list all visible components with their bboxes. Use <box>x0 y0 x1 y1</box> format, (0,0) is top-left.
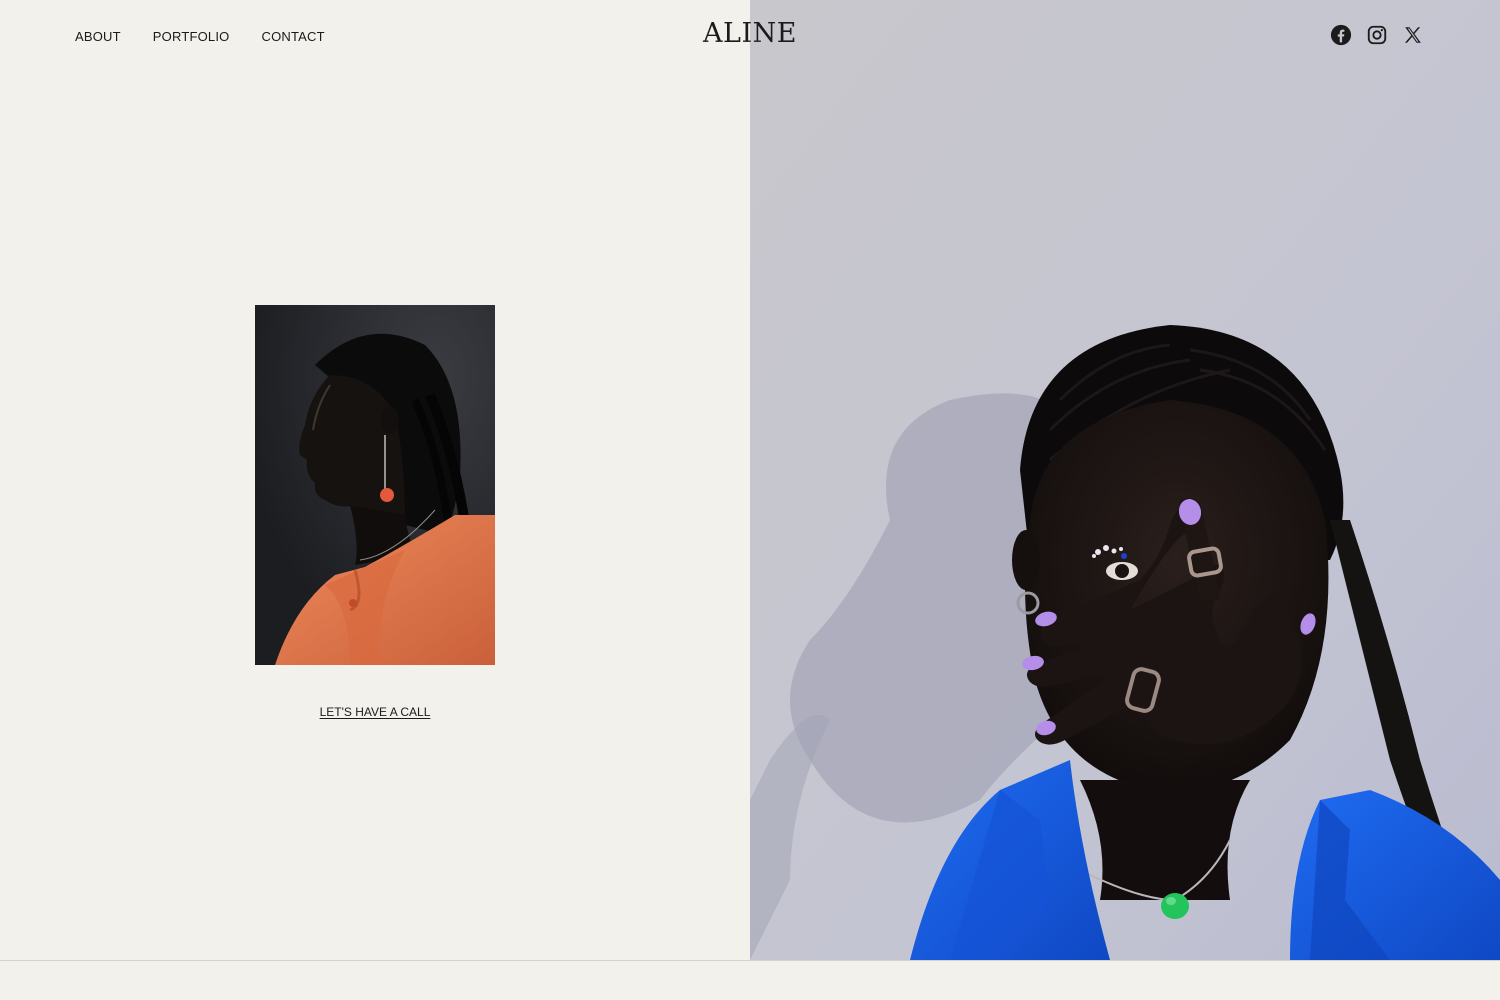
hero-photo <box>750 0 1500 960</box>
lets-have-a-call-link[interactable]: LET'S HAVE A CALL <box>320 705 431 719</box>
instagram-icon[interactable] <box>1366 24 1388 46</box>
nav-about-link[interactable]: ABOUT <box>75 29 121 44</box>
social-links <box>1330 24 1424 46</box>
profile-portrait-photo <box>255 305 495 665</box>
footer-strip <box>0 961 1500 1000</box>
left-panel: ABOUT PORTFOLIO CONTACT LET'S HAVE A CAL… <box>0 0 750 960</box>
nav-portfolio-link[interactable]: PORTFOLIO <box>153 29 230 44</box>
facebook-icon[interactable] <box>1330 24 1352 46</box>
cta-wrapper: LET'S HAVE A CALL <box>255 703 495 721</box>
brand-logo[interactable]: ALINE <box>680 18 820 49</box>
main-nav: ABOUT PORTFOLIO CONTACT <box>75 29 325 44</box>
x-icon[interactable] <box>1402 24 1424 46</box>
nav-contact-link[interactable]: CONTACT <box>261 29 324 44</box>
